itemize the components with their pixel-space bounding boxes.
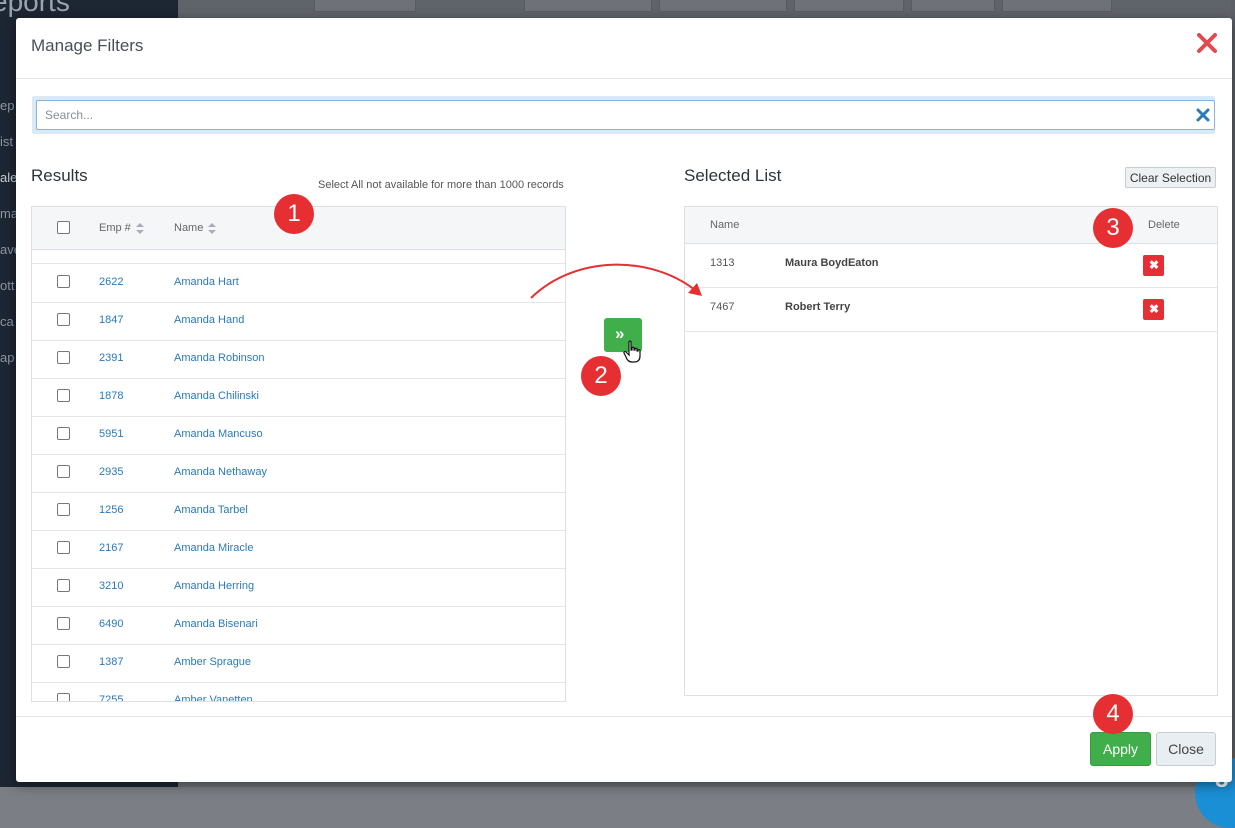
callout-badge-3: 3 — [1093, 208, 1133, 248]
annotation-arrow — [530, 263, 702, 299]
callout-badge-1: 1 — [274, 194, 314, 234]
callout-badge-4: 4 — [1093, 694, 1133, 734]
callout-badge-2: 2 — [581, 356, 621, 396]
